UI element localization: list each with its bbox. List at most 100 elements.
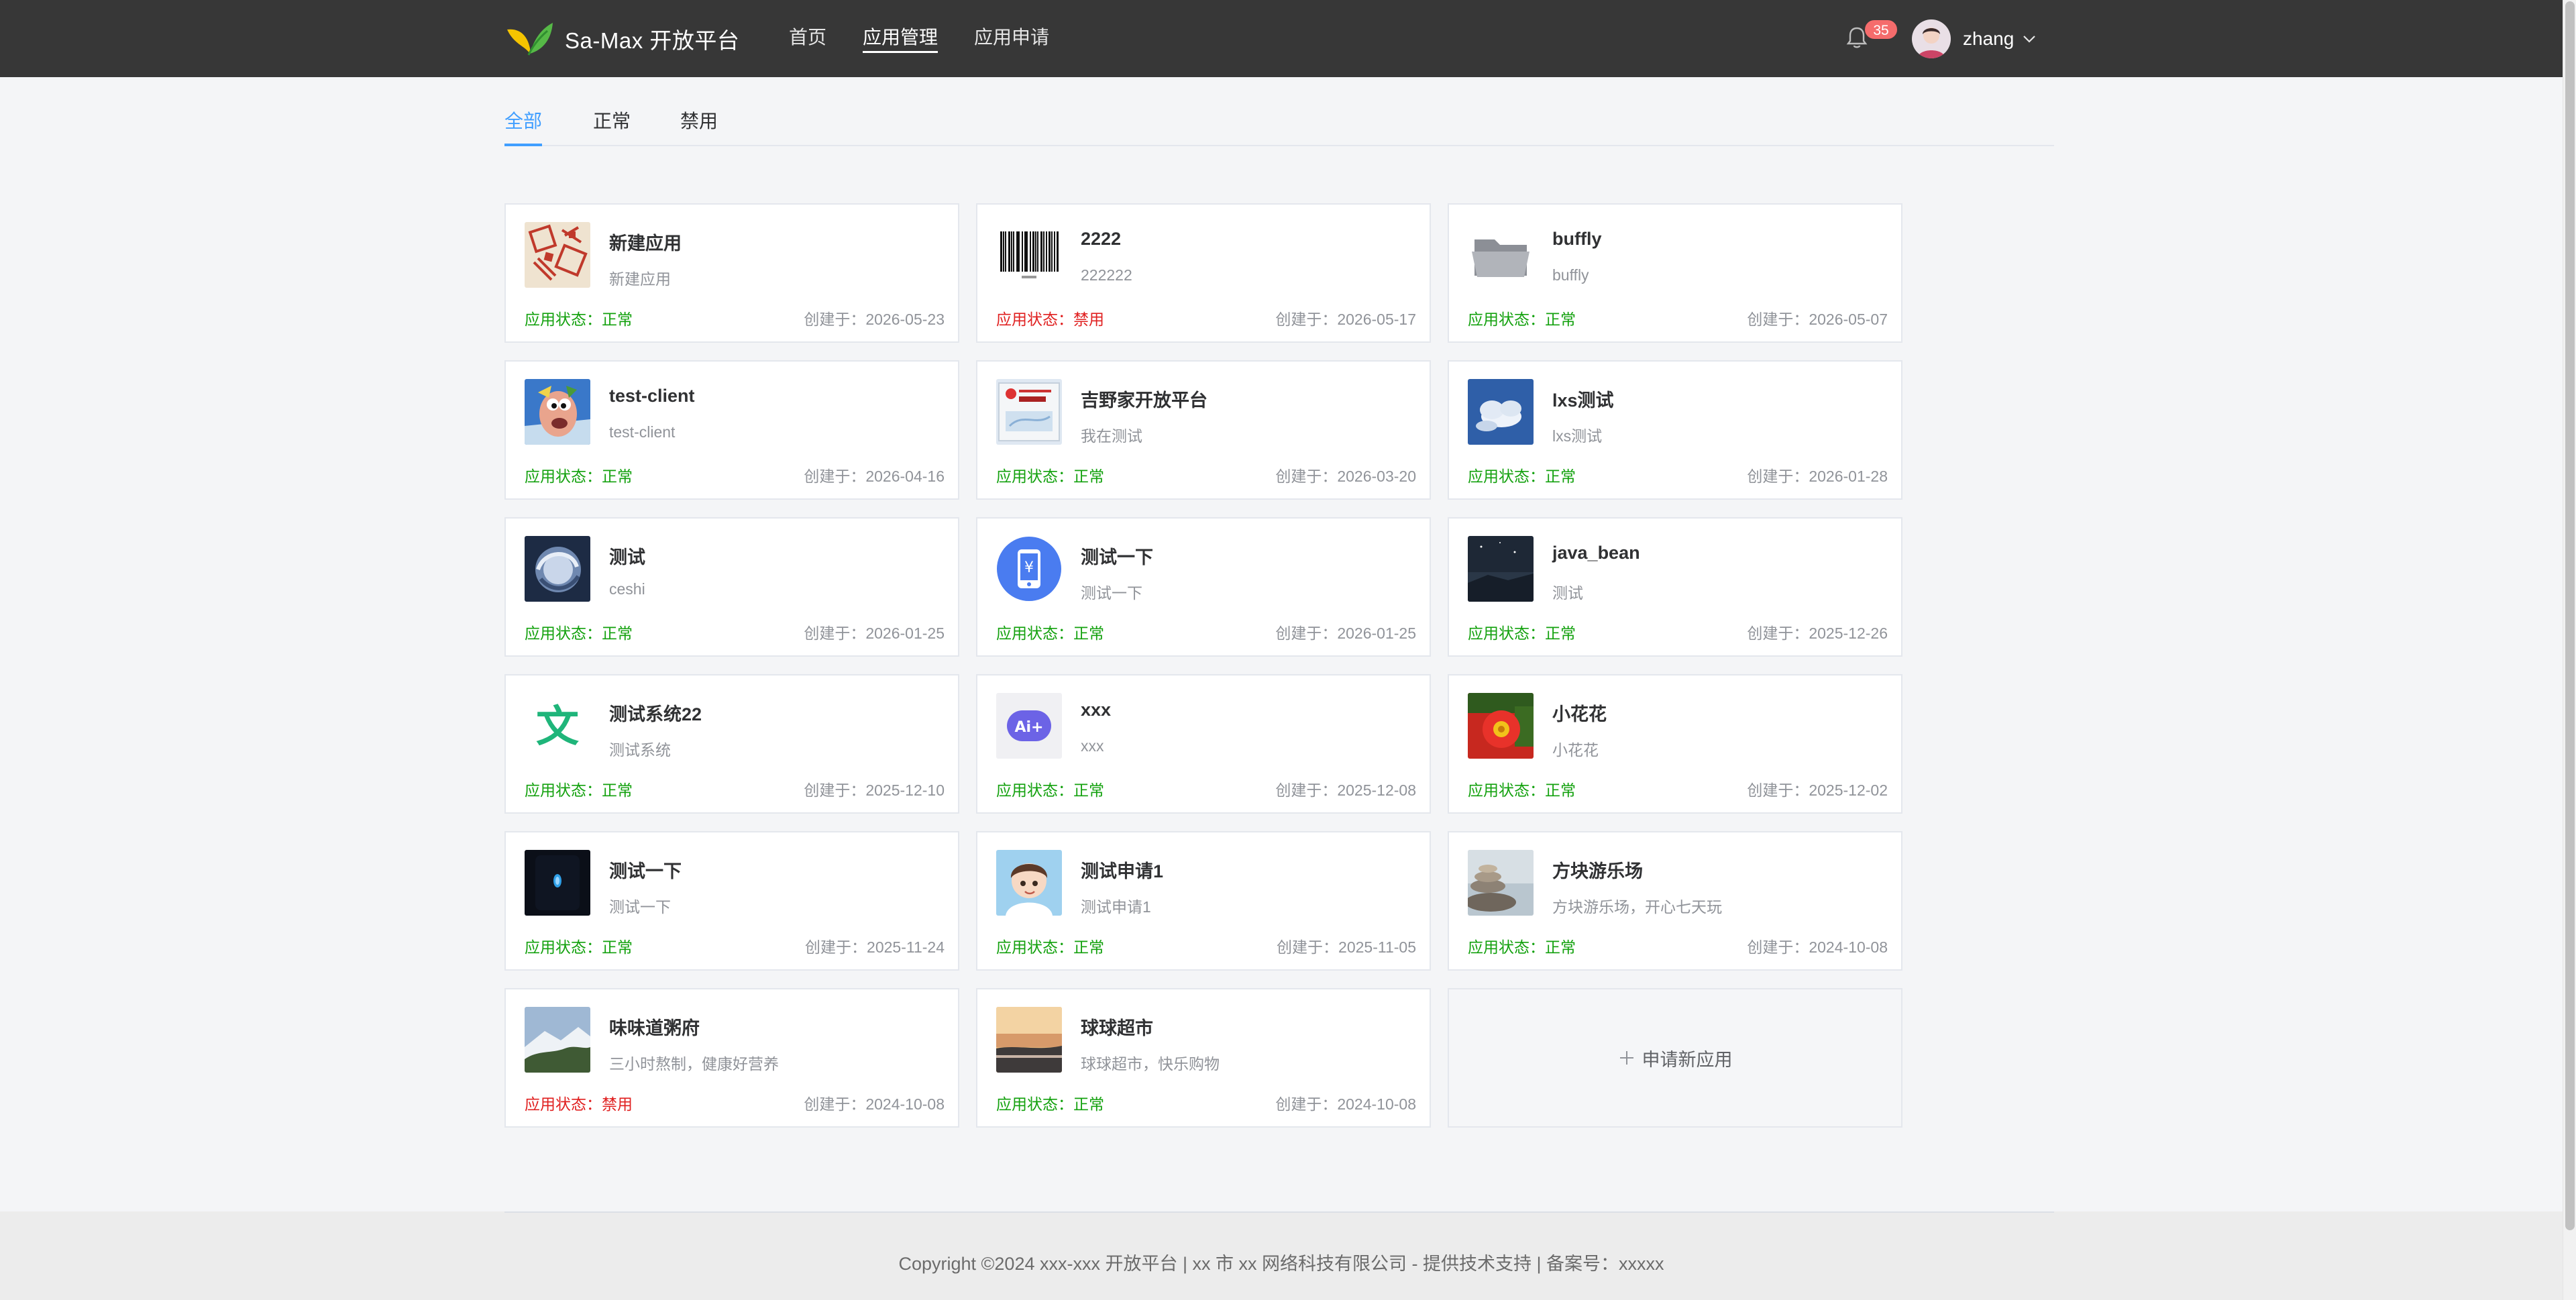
status-label: 应用状态： xyxy=(1468,781,1545,799)
storm-photo-icon xyxy=(525,536,590,602)
app-status: 应用状态：禁用 xyxy=(525,1091,633,1114)
app-description: 测试申请1 xyxy=(1081,898,1151,916)
app-card[interactable]: lxs测试 lxs测试 应用状态：正常 创建于：2026-01-28 xyxy=(1448,360,1902,500)
app-description: xxx xyxy=(1081,737,1104,755)
app-card[interactable]: 球球超市 球球超市，快乐购物 应用状态：正常 创建于：2024-10-08 xyxy=(976,988,1431,1128)
app-status: 应用状态：正常 xyxy=(996,934,1104,957)
app-created-date: 创建于：2026-05-07 xyxy=(1747,307,1888,329)
app-name: 测试申请1 xyxy=(1081,861,1164,881)
avatar xyxy=(1912,19,1951,58)
created-label: 创建于： xyxy=(1747,625,1809,642)
created-value: 2025-11-05 xyxy=(1338,938,1416,956)
created-label: 创建于： xyxy=(804,311,866,328)
barcode-icon xyxy=(996,222,1062,288)
created-label: 创建于： xyxy=(1275,625,1338,642)
app-created-date: 创建于：2026-01-28 xyxy=(1747,464,1888,486)
created-value: 2026-03-20 xyxy=(1337,468,1416,485)
app-created-date: 创建于：2024-10-08 xyxy=(1747,934,1888,957)
svg-text:¥: ¥ xyxy=(1024,559,1034,576)
app-card[interactable]: Ai+ xxx xxx 应用状态：正常 创建于：2025-12-08 xyxy=(976,674,1431,814)
app-description: 测试一下 xyxy=(1081,584,1142,602)
page-scrollbar[interactable] xyxy=(2563,0,2576,1300)
top-navbar: Sa-Max 开放平台 首页 应用管理 应用申请 35 zhang xyxy=(0,0,2563,77)
user-menu[interactable]: zhang xyxy=(1912,19,2037,59)
tab-all[interactable]: 全部 xyxy=(504,107,543,146)
app-card[interactable]: 新建应用 新建应用 应用状态：正常 创建于：2026-05-23 xyxy=(504,203,959,343)
app-card[interactable]: 方块游乐场方块游乐场，开心七天玩应用状态：正常 创建于：2024-10-08 xyxy=(1448,831,1902,971)
ai-plus-icon: Ai+ xyxy=(996,693,1062,759)
status-label: 应用状态： xyxy=(996,1095,1073,1113)
app-created-date: 创建于：2026-01-25 xyxy=(804,620,945,643)
app-name: 方块游乐场 xyxy=(1552,861,1643,881)
notification-bell[interactable]: 35 xyxy=(1843,19,1898,54)
app-status: 应用状态：正常 xyxy=(1468,464,1576,486)
app-status: 应用状态：正常 xyxy=(1468,777,1576,800)
footer-divider xyxy=(504,1211,2054,1213)
app-card[interactable]: 测试一下 测试一下 应用状态：正常 创建于：2025-11-24 xyxy=(504,831,959,971)
brand-name: Sa-Max 开放平台 xyxy=(565,28,740,53)
app-card[interactable]: 文 测试系统22 测试系统 应用状态：正常 创建于：2025-12-10 xyxy=(504,674,959,814)
status-value: 正常 xyxy=(1073,1095,1104,1113)
app-description: 测试 xyxy=(1552,584,1583,602)
app-card[interactable]: 味味道粥府 三小时熬制，健康好营养 应用状态：禁用 创建于：2024-10-08 xyxy=(504,988,959,1128)
app-created-date: 创建于：2026-04-16 xyxy=(804,464,945,486)
app-description: buffly xyxy=(1552,266,1589,284)
created-value: 2025-12-02 xyxy=(1809,781,1888,799)
app-grid: 新建应用 新建应用 应用状态：正常 创建于：2026-05-23 2222 222222 应… xyxy=(504,203,1902,1128)
created-value: 2026-01-28 xyxy=(1809,468,1888,485)
app-card[interactable]: java_bean 测试 应用状态：正常 创建于：2025-12-26 xyxy=(1448,517,1902,657)
app-card[interactable]: 吉野家开放平台 我在测试 应用状态：正常 创建于：2026-03-20 xyxy=(976,360,1431,500)
created-label: 创建于： xyxy=(1275,468,1338,485)
app-status: 应用状态：正常 xyxy=(996,464,1104,486)
scrollbar-thumb[interactable] xyxy=(2565,1,2575,1230)
app-description: 方块游乐场，开心七天玩 xyxy=(1552,898,1722,916)
navbar-inner: Sa-Max 开放平台 首页 应用管理 应用申请 35 zhang xyxy=(504,0,2055,77)
status-label: 应用状态： xyxy=(1468,938,1545,956)
app-name: 小花花 xyxy=(1552,704,1607,724)
tab-normal[interactable]: 正常 xyxy=(593,107,631,136)
created-value: 2026-04-16 xyxy=(865,468,945,485)
app-description: 222222 xyxy=(1081,266,1132,284)
status-value: 正常 xyxy=(1545,468,1576,485)
app-card[interactable]: 测试申请1 测试申请1 应用状态：正常 创建于：2025-11-05 xyxy=(976,831,1431,971)
app-created-date: 创建于：2024-10-08 xyxy=(804,1091,945,1114)
tab-disabled[interactable]: 禁用 xyxy=(680,107,718,136)
status-label: 应用状态： xyxy=(525,625,602,642)
nav-app-apply[interactable]: 应用申请 xyxy=(974,0,1049,77)
app-card[interactable]: 小花花 小花花 应用状态：正常 创建于：2025-12-02 xyxy=(1448,674,1902,814)
app-card[interactable]: 2222 222222 应用状态：禁用 创建于：2026-05-17 xyxy=(976,203,1431,343)
status-value: 正常 xyxy=(602,468,633,485)
status-tabs: 全部 正常 禁用 xyxy=(504,107,2054,146)
created-label: 创建于： xyxy=(1747,938,1809,956)
brand[interactable]: Sa-Max 开放平台 xyxy=(504,19,739,59)
app-status: 应用状态：正常 xyxy=(1468,934,1576,957)
status-label: 应用状态： xyxy=(525,938,602,956)
status-value: 正常 xyxy=(1545,625,1576,642)
app-card[interactable]: 测试 ceshi 应用状态：正常 创建于：2026-01-25 xyxy=(504,517,959,657)
created-label: 创建于： xyxy=(804,625,866,642)
app-card[interactable]: buffly buffly 应用状态：正常 创建于：2026-05-07 xyxy=(1448,203,1902,343)
nav-app-management[interactable]: 应用管理 xyxy=(863,0,938,77)
app-name: java_bean xyxy=(1552,543,1640,563)
stamp-seal-icon xyxy=(525,222,590,288)
app-status: 应用状态：正常 xyxy=(525,777,633,800)
created-value: 2026-01-25 xyxy=(1337,625,1416,642)
app-created-date: 创建于：2026-03-20 xyxy=(1275,464,1416,486)
created-label: 创建于： xyxy=(804,468,866,485)
app-description: test-client xyxy=(609,423,676,441)
app-created-date: 创建于：2025-11-24 xyxy=(805,934,945,957)
nav-home[interactable]: 首页 xyxy=(789,0,826,77)
night-sky-icon xyxy=(1468,536,1534,602)
id-card-icon xyxy=(996,379,1062,445)
created-label: 创建于： xyxy=(1275,781,1338,799)
status-value: 正常 xyxy=(602,781,633,799)
app-card[interactable]: ¥ 测试一下 测试一下 应用状态：正常 创建于：2026-01-25 xyxy=(976,517,1431,657)
add-app-button[interactable]: 申请新应用 xyxy=(1448,988,1902,1128)
status-value: 正常 xyxy=(1073,468,1104,485)
app-status: 应用状态：正常 xyxy=(996,620,1104,643)
app-card[interactable]: test-client test-client 应用状态：正常 创建于：2026-04… xyxy=(504,360,959,500)
mobile-payment-icon: ¥ xyxy=(996,536,1062,602)
status-label: 应用状态： xyxy=(525,468,602,485)
svg-text:文: 文 xyxy=(536,702,579,752)
created-label: 创建于： xyxy=(1747,311,1809,328)
